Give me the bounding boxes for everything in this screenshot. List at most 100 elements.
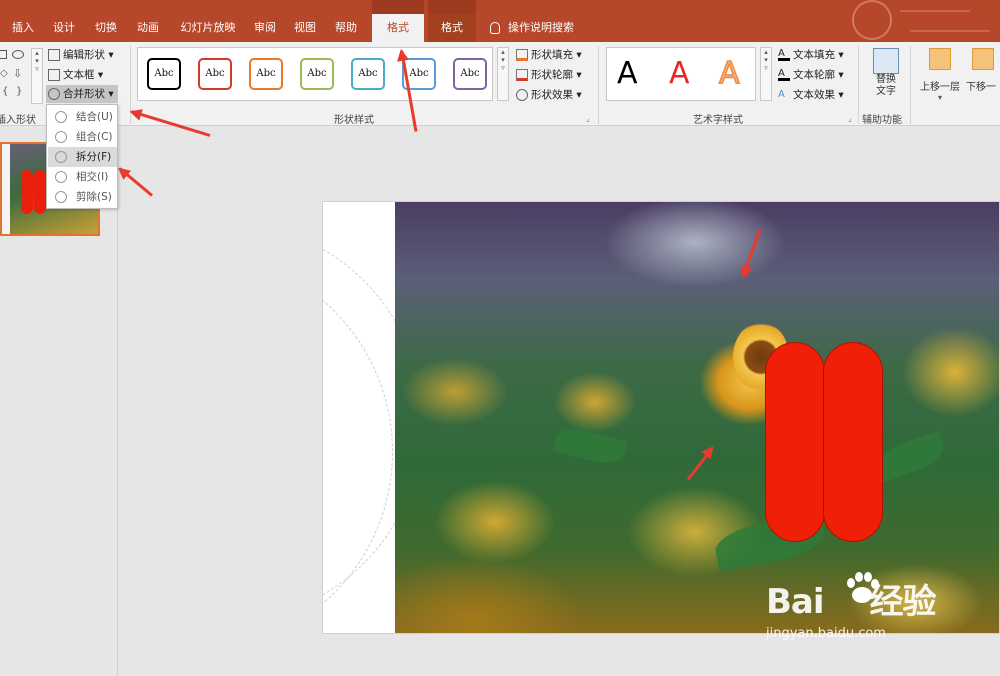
shape-fill-label: 形状填充 [531,49,573,61]
text-box-button[interactable]: 文本框 ▾ [48,66,103,84]
title-decoration-line [900,10,970,12]
text-fill-label: 文本填充 [793,49,835,61]
right-brace-icon[interactable]: } [16,86,22,97]
wordart-group-label: 艺术字样式 [693,115,743,126]
tab-animations[interactable]: 动画 [128,14,168,42]
merge-shapes-button[interactable]: 合并形状 ▾ [46,85,118,103]
shapes-gallery-scroll[interactable]: ▴ ▾ ▿ [31,48,43,104]
accessibility-group-label: 辅助功能 [862,115,902,126]
ribbon-separator [910,46,911,124]
alt-text-label-2: 文字 [876,86,896,97]
text-box-label: 文本框 [63,69,95,81]
watermark-url: jingyan.baidu.com [766,626,886,641]
text-box-icon [48,69,60,81]
ribbon-separator [858,46,859,124]
tell-me-search[interactable]: 操作说明搜索 [490,14,574,42]
down-arrow-shape-icon[interactable]: ⇩ [13,67,22,80]
wordart-sample[interactable]: A [617,56,638,92]
tab-format-picture[interactable]: 格式 [428,14,476,42]
text-effects-label: 文本效果 [793,89,835,101]
context-tab-header-picture [428,0,476,14]
menu-item-fragment[interactable]: 拆分(F) [48,147,117,167]
shape-style-preset[interactable]: Abc [453,58,487,90]
tab-review[interactable]: 审阅 [246,14,284,42]
text-fill-icon: A [778,49,790,61]
wordart-sample[interactable]: A [669,56,690,92]
edit-shape-icon [48,49,60,61]
edit-shape-button[interactable]: 编辑形状 ▾ [48,46,114,64]
dialog-launcher-icon[interactable]: ⌟ [586,114,590,123]
leaf-shape [552,423,628,469]
insert-shapes-group-label: 插入形状 [0,115,36,126]
thumbnail-margin [2,144,10,234]
fragment-icon [55,151,67,163]
text-fill-button[interactable]: A 文本填充 ▾ [778,46,844,64]
combine-icon [55,131,67,143]
menu-item-label: 相交(I) [76,171,109,183]
menu-item-intersect[interactable]: 相交(I) [48,167,117,187]
shape-styles-scroll[interactable]: ▴ ▾ ▿ [497,47,509,101]
pen-outline-icon [516,69,528,81]
lightbulb-icon [490,22,500,34]
shape-style-preset[interactable]: Abc [351,58,385,90]
shape-style-preset[interactable]: Abc [300,58,334,90]
shape-outline-button[interactable]: 形状轮廓 ▾ [516,66,582,84]
title-bar [0,0,1000,14]
wordart-sample[interactable]: A [718,55,740,92]
menu-item-union[interactable]: 结合(U) [48,107,117,127]
subtract-icon [55,191,67,203]
paw-icon [847,572,879,603]
diamond-icon[interactable]: ◇ [0,68,8,79]
tab-format-drawing[interactable]: 格式 [372,14,424,42]
shape-styles-group-label: 形状样式 [334,115,374,126]
shape-effects-button[interactable]: 形状效果 ▾ [516,86,582,104]
tab-insert[interactable]: 插入 [4,14,42,42]
text-effects-button[interactable]: A 文本效果 ▾ [778,86,844,104]
wordart-scroll[interactable]: ▴ ▾ ▿ [760,47,772,101]
left-brace-icon[interactable]: { [2,86,8,97]
tell-me-label: 操作说明搜索 [508,21,574,34]
tab-slideshow[interactable]: 幻灯片放映 [172,14,244,42]
title-decoration-line [910,30,990,32]
shape-fill-button[interactable]: 形状填充 ▾ [516,46,582,64]
context-tab-header-drawing [372,0,424,14]
bring-forward-button[interactable]: 上移一层 ▾ [918,46,962,106]
merge-shapes-label: 合并形状 [63,88,105,100]
menu-item-subtract[interactable]: 剪除(S) [48,187,117,207]
shape-style-preset[interactable]: Abc [147,58,181,90]
send-backward-icon [972,48,994,70]
picture-icon [873,48,899,74]
menu-item-label: 结合(U) [76,111,113,123]
red-rounded-shape-left[interactable] [765,342,825,542]
text-outline-button[interactable]: A 文本轮廓 ▾ [778,66,844,84]
oval-icon[interactable] [12,50,24,59]
tab-design[interactable]: 设计 [44,14,84,42]
dialog-launcher-icon[interactable]: ⌟ [848,114,852,123]
red-rounded-shape-right[interactable] [823,342,883,542]
shape-styles-gallery: Abc Abc Abc Abc Abc Abc Abc [137,47,493,101]
alt-text-button[interactable]: 替换 文字 [866,46,906,106]
menu-item-label: 剪除(S) [76,191,112,203]
rectangle-icon[interactable] [0,50,7,59]
ribbon-separator [598,46,599,124]
shape-style-preset[interactable]: Abc [249,58,283,90]
menu-item-combine[interactable]: 组合(C) [48,127,117,147]
annotation-arrow [118,167,153,197]
thumbnail-red-shape [21,170,33,214]
tab-transitions[interactable]: 切换 [86,14,126,42]
watermark-brand-left: Bai [766,582,825,622]
chevron-down-icon: ▾ [937,93,942,102]
text-effects-icon: A [778,89,785,100]
tab-view[interactable]: 视图 [286,14,324,42]
text-outline-label: 文本轮廓 [793,69,835,81]
text-outline-icon: A [778,69,790,81]
union-icon [55,111,67,123]
send-backward-button[interactable]: 下移一 [966,46,1000,106]
bring-forward-label: 上移一层 [920,82,960,93]
bring-forward-icon [929,48,951,70]
shape-effects-icon [516,89,528,101]
tab-help[interactable]: 帮助 [326,14,366,42]
shape-outline-label: 形状轮廓 [531,69,573,81]
shape-style-preset[interactable]: Abc [198,58,232,90]
merge-shapes-icon [48,88,60,100]
